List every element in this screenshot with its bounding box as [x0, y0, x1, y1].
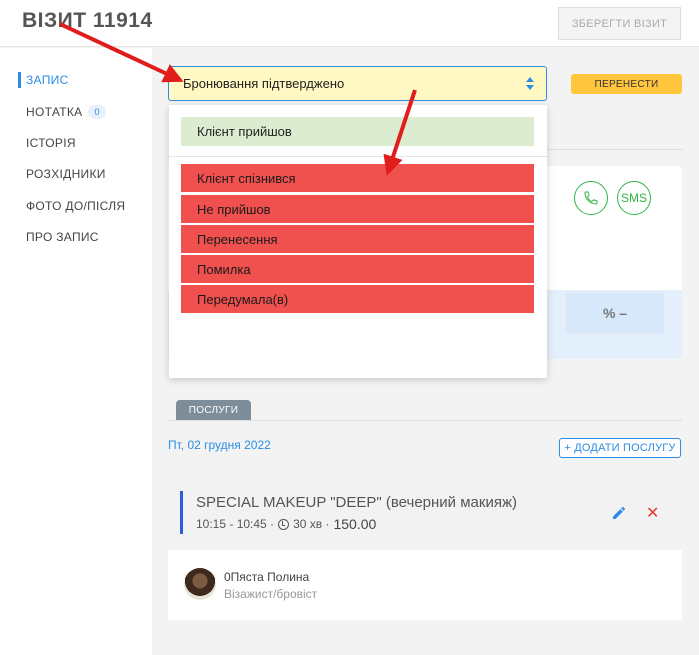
tab-services[interactable]: ПОСЛУГИ [176, 400, 251, 421]
avatar [184, 568, 216, 600]
option-no-show[interactable]: Не прийшов [181, 195, 534, 223]
add-service-button[interactable]: + ДОДАТИ ПОСЛУГУ [559, 438, 681, 458]
sidebar-item-label: ІСТОРІЯ [26, 136, 76, 150]
sidebar-item-label: РОЗХІДНИКИ [26, 167, 106, 181]
sidebar-item-label: ФОТО ДО/ПІСЛЯ [26, 199, 126, 213]
clock-icon [278, 518, 290, 530]
status-select[interactable]: Бронювання підтверджено [168, 66, 547, 101]
sidebar-item-history[interactable]: ІСТОРІЯ [26, 136, 76, 150]
service-meta: 10:15 - 10:45 · 30 хв · 150.00 [196, 516, 376, 532]
service-price: 150.00 [333, 516, 377, 532]
status-select-value: Бронювання підтверджено [183, 76, 345, 91]
phone-icon [584, 191, 598, 205]
sidebar-item-label: ПРО ЗАПИС [26, 230, 99, 244]
main-panel: Бронювання підтверджено ПЕРЕНЕСТИ SMS % … [152, 48, 699, 655]
sidebar-item-label: НОТАТКА [26, 105, 83, 119]
service-accent-bar [180, 491, 183, 534]
service-card: SPECIAL MAKEUP "DEEP" (вечерний макияж) … [168, 475, 682, 620]
sidebar-item-note[interactable]: НОТАТКА 0 [26, 105, 106, 119]
service-time: 10:15 - 10:45 · [196, 517, 275, 531]
sidebar-item-consumables[interactable]: РОЗХІДНИКИ [26, 167, 106, 181]
service-header: SPECIAL MAKEUP "DEEP" (вечерний макияж) … [168, 475, 682, 550]
page-title: ВІЗИТ 11914 [22, 9, 153, 32]
note-count-badge: 0 [88, 105, 106, 119]
option-changed-mind[interactable]: Передумала(в) [181, 285, 534, 313]
save-visit-button[interactable]: ЗБЕРЕГТИ ВІЗИТ [558, 7, 681, 40]
dropdown-separator [169, 156, 547, 157]
phone-button[interactable] [574, 181, 608, 215]
active-item-indicator [18, 72, 21, 88]
sidebar-item-record[interactable]: ЗАПИС [26, 73, 69, 87]
divider [547, 149, 683, 150]
sidebar-item-label: ЗАПИС [26, 73, 69, 87]
service-duration: 30 хв · [293, 517, 330, 531]
master-role: Візажист/бровіст [224, 587, 318, 601]
option-error[interactable]: Помилка [181, 255, 534, 283]
service-date: Пт, 02 грудня 2022 [168, 438, 271, 452]
sidebar: ЗАПИС НОТАТКА 0 ІСТОРІЯ РОЗХІДНИКИ ФОТО Д… [0, 48, 152, 655]
delete-icon[interactable]: ✕ [646, 503, 659, 523]
pencil-icon[interactable] [611, 505, 627, 521]
services-divider [168, 420, 682, 421]
sidebar-item-about[interactable]: ПРО ЗАПИС [26, 230, 99, 244]
header: ВІЗИТ 11914 ЗБЕРЕГТИ ВІЗИТ [0, 0, 699, 47]
option-rescheduled[interactable]: Перенесення [181, 225, 534, 253]
service-name: SPECIAL MAKEUP "DEEP" (вечерний макияж) [196, 494, 517, 511]
sidebar-item-photos[interactable]: ФОТО ДО/ПІСЛЯ [26, 199, 125, 213]
option-client-arrived[interactable]: Клієнт прийшов [181, 117, 534, 146]
sms-button[interactable]: SMS [617, 181, 651, 215]
reschedule-button[interactable]: ПЕРЕНЕСТИ [571, 74, 682, 94]
master-name: 0Пяста Полина [224, 570, 310, 584]
option-client-late[interactable]: Клієнт спізнився [181, 164, 534, 192]
stat-percent: % – [566, 293, 664, 333]
status-dropdown: Клієнт прийшов Клієнт спізнився Не прийш… [169, 105, 547, 378]
select-arrows-icon [526, 77, 534, 91]
